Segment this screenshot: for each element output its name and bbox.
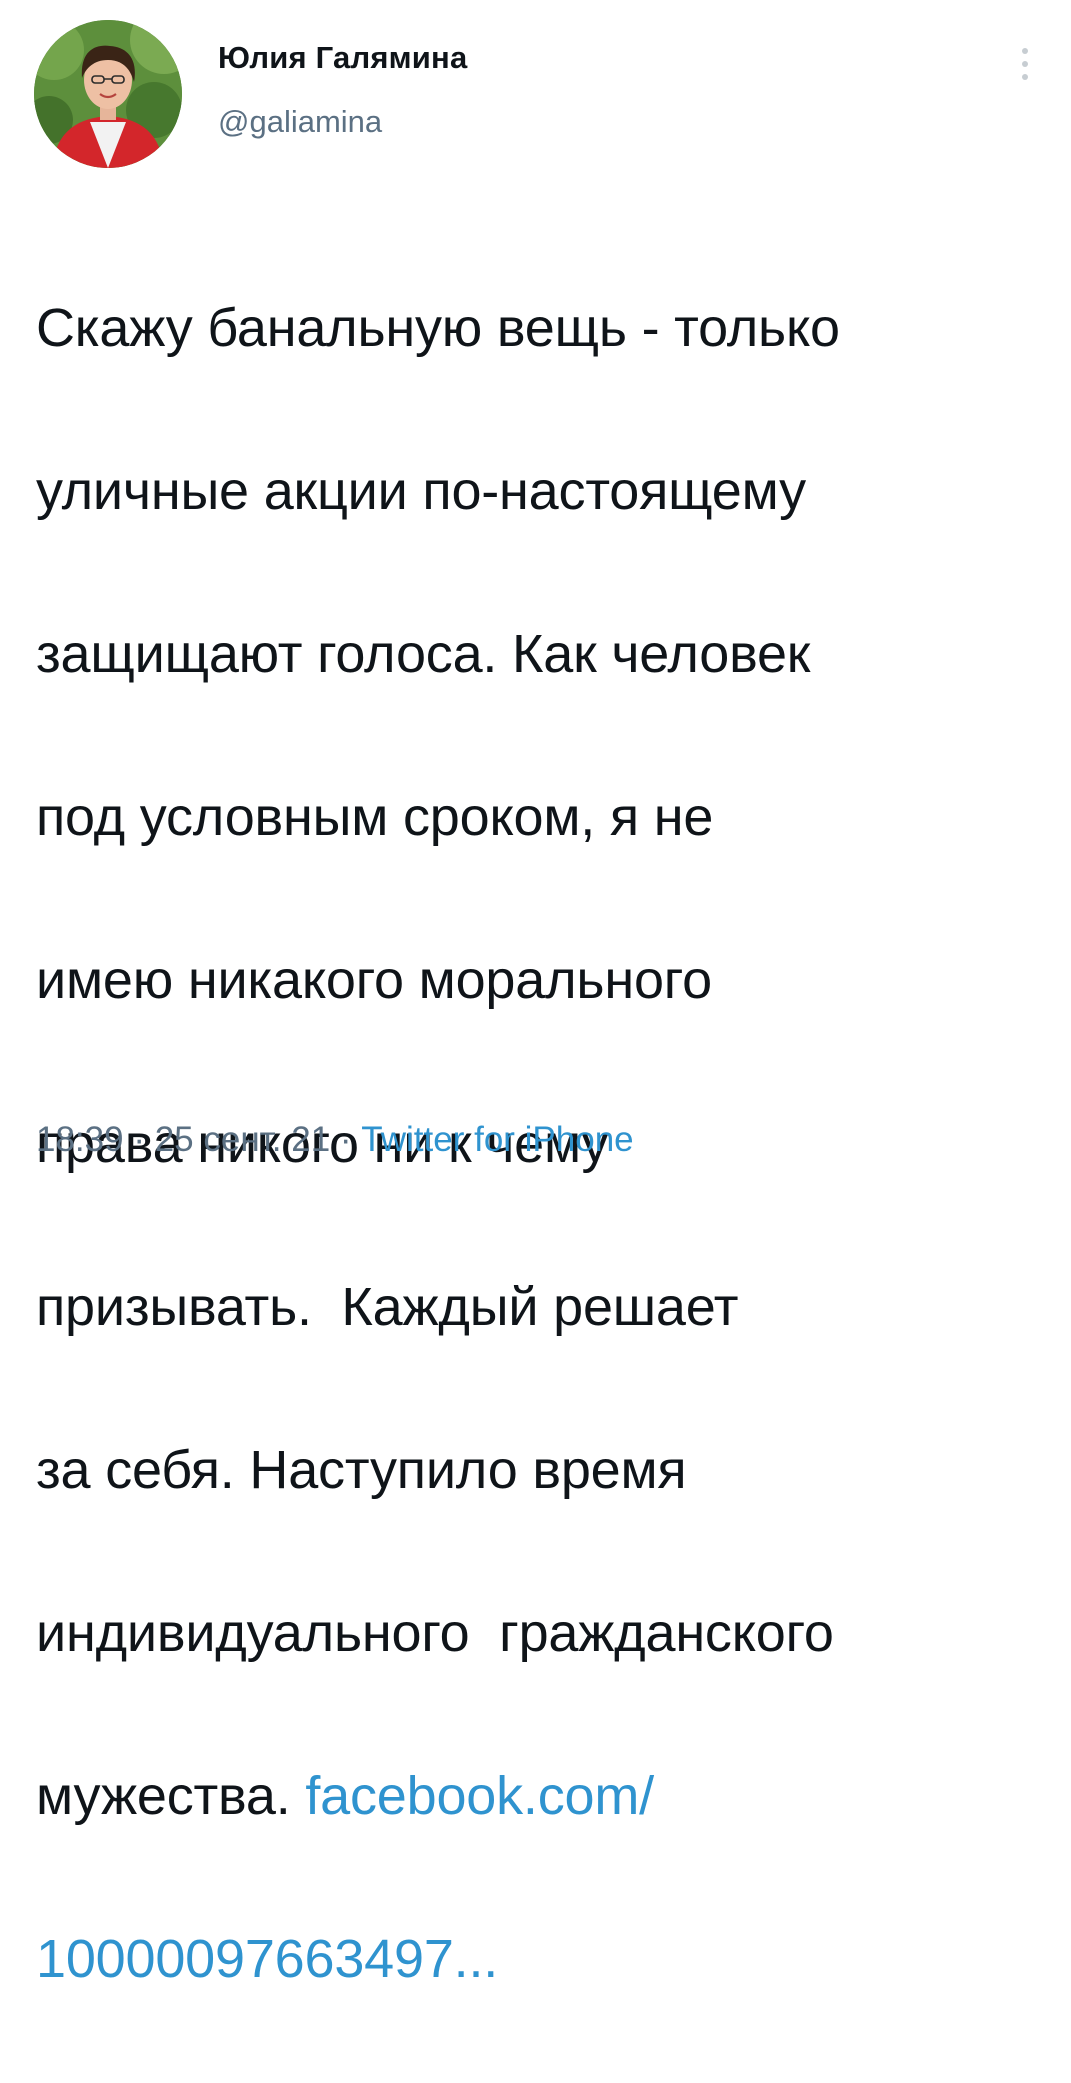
tweet-text-line: за себя. Наступило время xyxy=(36,1439,687,1500)
tweet-text-line: имею никакого морального xyxy=(36,950,712,1011)
tweet-text-line: защищают голоса. Как человек xyxy=(36,623,811,684)
avatar-image xyxy=(34,20,182,168)
tweet-time[interactable]: 18:39 xyxy=(36,1120,124,1159)
avatar[interactable] xyxy=(34,20,182,168)
tweet-text-line: уличные акции по-настоящему xyxy=(36,460,806,521)
tweet-link-part-1[interactable]: facebook.com/ xyxy=(305,1766,654,1826)
tweet-text-line: под условным сроком, я не xyxy=(36,787,714,848)
tweet-link-line: 10000097663497... xyxy=(36,1919,1046,2001)
meta-separator: · xyxy=(330,1120,362,1159)
tweet-card: Юлия Галямина @galiamina Скажу банальную… xyxy=(0,0,1071,1989)
author-block: Юлия Галямина @galiamina xyxy=(218,40,467,140)
tweet-text-line-with-link: мужества. facebook.com/ xyxy=(36,1756,1046,1838)
tweet-link-part-2[interactable]: 10000097663497... xyxy=(36,1929,498,1989)
tweet-text-fragment: мужества. xyxy=(36,1766,306,1827)
tweet-meta: 18:39 · 25 сент. 21 · Twitter for iPhone xyxy=(36,1120,634,1160)
tweet-text-line: призывать. Каждый решает xyxy=(36,1276,739,1337)
meta-separator: · xyxy=(123,1120,155,1159)
tweet-text-line: индивидуального гражданского xyxy=(36,1603,834,1664)
author-display-name[interactable]: Юлия Галямина xyxy=(218,40,467,76)
tweet-text-line: Скажу банальную вещь - только xyxy=(36,297,840,358)
tweet-date[interactable]: 25 сент. 21 xyxy=(155,1120,330,1159)
tweet-source-link[interactable]: Twitter for iPhone xyxy=(361,1120,633,1159)
more-options-button[interactable] xyxy=(1008,44,1042,84)
author-handle[interactable]: @galiamina xyxy=(218,104,467,140)
